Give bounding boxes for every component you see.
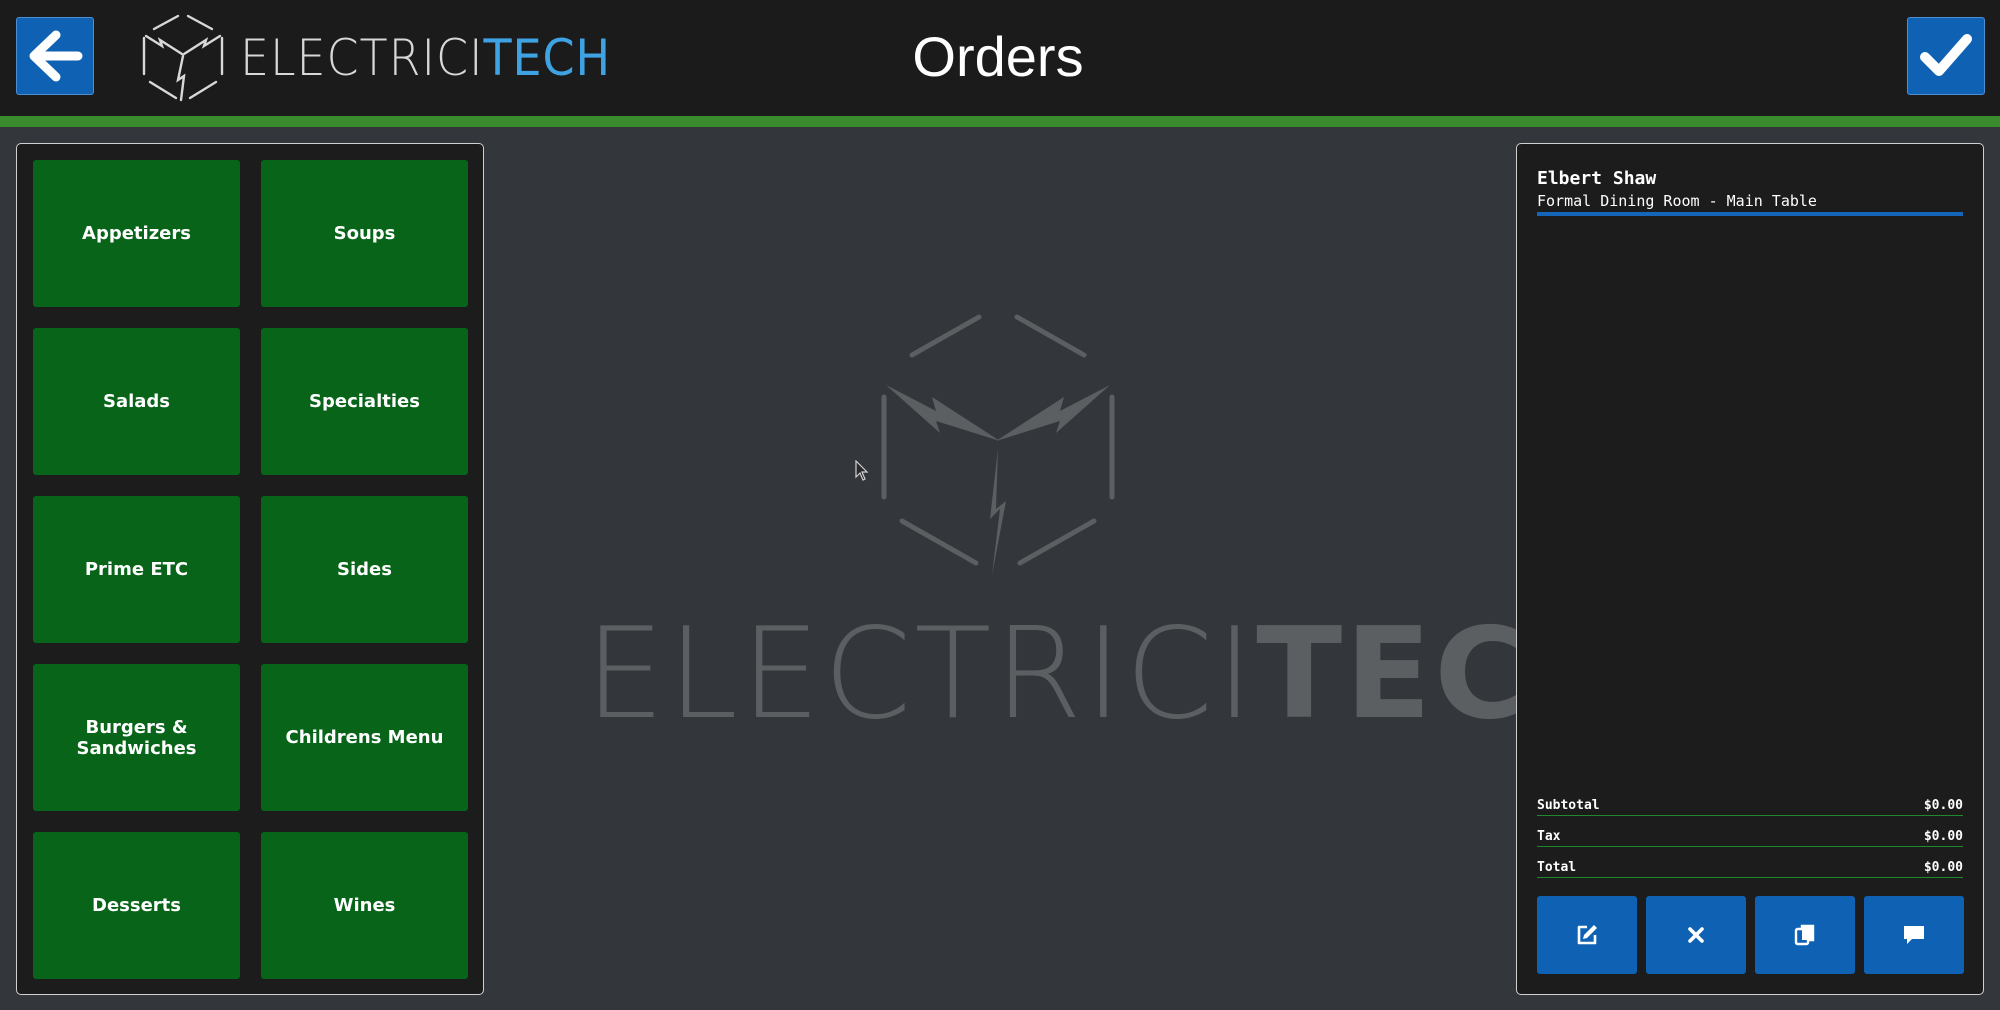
edit-order-button[interactable] bbox=[1537, 896, 1637, 974]
category-burgers-sandwiches-button[interactable]: Burgers & Sandwiches bbox=[33, 664, 240, 811]
add-note-button[interactable] bbox=[1864, 896, 1964, 974]
edit-icon bbox=[1577, 925, 1597, 945]
background-watermark: ELECTRICITECH bbox=[585, 305, 1635, 747]
tax-label: Tax bbox=[1537, 829, 1561, 844]
order-actions bbox=[1537, 896, 1964, 974]
tax-value: $0.00 bbox=[1923, 829, 1963, 844]
category-soups-button[interactable]: Soups bbox=[261, 160, 468, 307]
close-icon bbox=[1688, 927, 1704, 943]
header-accent-stripe bbox=[0, 116, 2000, 127]
category-wines-button[interactable]: Wines bbox=[261, 832, 468, 979]
category-desserts-button[interactable]: Desserts bbox=[33, 832, 240, 979]
copy-order-button[interactable] bbox=[1755, 896, 1855, 974]
checkmark-icon bbox=[1920, 34, 1972, 76]
order-totals: Subtotal $0.00 Tax $0.00 Total $0.00 bbox=[1537, 792, 1963, 885]
total-label: Total bbox=[1537, 860, 1577, 875]
confirm-button[interactable] bbox=[1907, 17, 1985, 95]
comment-icon bbox=[1904, 926, 1924, 944]
customer-name: Elbert Shaw bbox=[1537, 168, 1657, 189]
top-bar: ELECTRICITECH Orders bbox=[0, 0, 2000, 116]
category-prime-etc-button[interactable]: Prime ETC bbox=[33, 496, 240, 643]
order-panel: Elbert Shaw Formal Dining Room - Main Ta… bbox=[1516, 143, 1984, 995]
mouse-cursor-icon bbox=[855, 460, 869, 481]
category-childrens-menu-button[interactable]: Childrens Menu bbox=[261, 664, 468, 811]
category-sides-button[interactable]: Sides bbox=[261, 496, 468, 643]
category-appetizers-button[interactable]: Appetizers bbox=[33, 160, 240, 307]
total-row: Total $0.00 bbox=[1537, 854, 1963, 878]
copy-icon bbox=[1794, 924, 1815, 946]
category-salads-button[interactable]: Salads bbox=[33, 328, 240, 475]
header-divider bbox=[1537, 212, 1963, 216]
category-specialties-button[interactable]: Specialties bbox=[261, 328, 468, 475]
subtotal-row: Subtotal $0.00 bbox=[1537, 792, 1963, 816]
total-value: $0.00 bbox=[1923, 860, 1963, 875]
subtotal-value: $0.00 bbox=[1923, 798, 1963, 813]
tax-row: Tax $0.00 bbox=[1537, 823, 1963, 847]
watermark-cube-icon bbox=[881, 314, 1115, 575]
category-panel: Appetizers Soups Salads Specialties Prim… bbox=[16, 143, 484, 995]
cancel-order-button[interactable] bbox=[1646, 896, 1746, 974]
watermark-brand-name: ELECTRICITECH bbox=[585, 600, 1639, 747]
category-grid: Appetizers Soups Salads Specialties Prim… bbox=[33, 160, 468, 979]
page-title: Orders bbox=[912, 25, 1084, 88]
table-location: Formal Dining Room - Main Table bbox=[1537, 192, 1817, 210]
subtotal-label: Subtotal bbox=[1537, 798, 1600, 813]
